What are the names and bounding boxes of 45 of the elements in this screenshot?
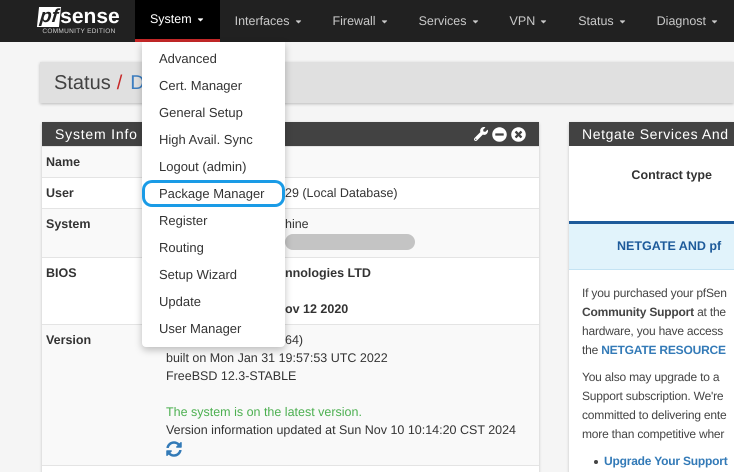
dropdown-item[interactable]: User Manager xyxy=(142,315,285,342)
value-text: ov 12 2020 xyxy=(285,301,348,318)
wrench-icon[interactable] xyxy=(474,127,488,141)
dropdown-item[interactable]: High Avail. Sync xyxy=(142,126,285,153)
nav-menu-item[interactable]: System xyxy=(134,0,220,42)
dropdown-item[interactable]: Advanced xyxy=(142,45,285,72)
dropdown-item[interactable]: Update xyxy=(142,288,285,315)
upgrade-link[interactable]: Upgrade Your Support xyxy=(604,452,728,471)
dropdown-item[interactable]: Package Manager xyxy=(142,180,285,207)
dropdown-item[interactable]: Logout (admin) xyxy=(142,153,285,180)
banner-text: NETGATE AND pf xyxy=(617,238,722,256)
status-message: The system is on the latest version. xyxy=(166,404,362,421)
panel-title: Netgate Services And xyxy=(582,124,729,144)
bullet-icon xyxy=(594,460,598,464)
close-icon[interactable] xyxy=(511,126,526,142)
dropdown-item[interactable]: Setup Wizard xyxy=(142,261,285,288)
dropdown-item[interactable]: Cert. Manager xyxy=(142,72,285,99)
value-text: Version information updated at Sun Nov 10 10:14:20 CST 2024 xyxy=(166,422,516,439)
nav-menu-item[interactable]: Status xyxy=(563,0,642,42)
nav-menu-item[interactable]: Interfaces xyxy=(220,0,318,42)
value-text: FreeBSD 12.3-STABLE xyxy=(166,368,296,385)
dropdown-item[interactable]: Register xyxy=(142,207,285,234)
value-text: nnologies LTD xyxy=(285,265,371,282)
refresh-icon[interactable] xyxy=(166,441,182,457)
nav-menu-item[interactable]: Services xyxy=(404,0,495,42)
paragraph: You also may upgrade to a Support subscription. We're committed to delivering ente more than competitive wher xyxy=(582,369,728,443)
contract-type-label: Contract type xyxy=(631,167,712,184)
nav-menu-item[interactable]: Diagnost xyxy=(642,0,734,42)
breadcrumb-separator: / xyxy=(116,70,122,96)
logo-mark: pf xyxy=(37,6,62,27)
value-text: 29 (Local Database) xyxy=(285,185,398,202)
value-text: hine xyxy=(285,216,309,233)
resource-link[interactable]: NETGATE RESOURCE xyxy=(601,343,726,357)
value-text: 64) xyxy=(285,332,304,349)
value-text: built on Mon Jan 31 19:57:53 UTC 2022 xyxy=(166,350,388,367)
nav-menu-item[interactable]: VPN xyxy=(494,0,564,42)
paragraph: If you purchased your pfSen Community Support at the hardware, you have access the NETGATE RESOURCE xyxy=(582,285,728,359)
dropdown-item[interactable]: General Setup xyxy=(142,99,285,126)
nav-menu-item[interactable]: Firewall xyxy=(318,0,404,42)
row-label: Version xyxy=(45,332,92,349)
panel-title: System Info xyxy=(55,124,138,144)
logo-name: sense xyxy=(60,6,120,27)
minimize-icon[interactable] xyxy=(492,126,507,142)
breadcrumb-section[interactable]: Status xyxy=(54,68,111,98)
dropdown-item[interactable]: Routing xyxy=(142,234,285,261)
